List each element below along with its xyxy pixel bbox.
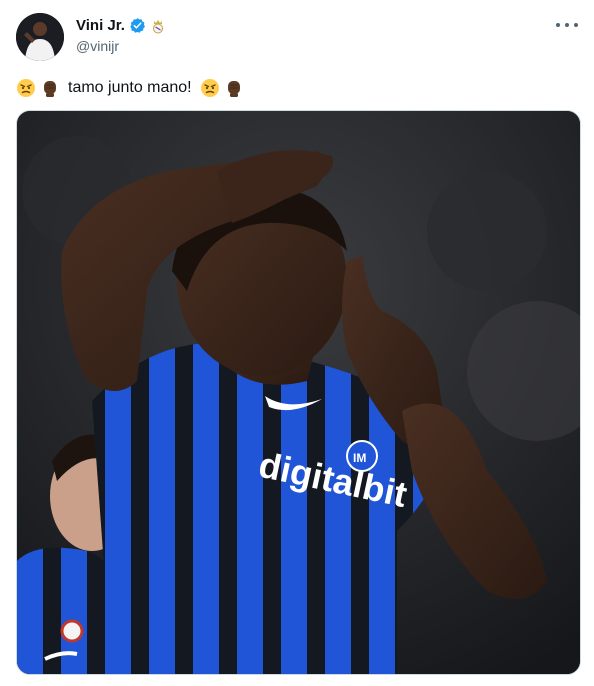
profile-avatar[interactable]: [16, 13, 64, 61]
tweet-body: tamo junto mano!: [68, 79, 192, 96]
verified-badge-icon: [129, 17, 146, 34]
user-handle[interactable]: @vinijr: [76, 38, 119, 54]
raised-fist-emoji: [40, 78, 60, 98]
display-name[interactable]: Vini Jr.: [76, 17, 125, 34]
tweet-text: tamo junto mano!: [16, 75, 578, 101]
tweet-header: Vini Jr. @vinijr: [16, 13, 578, 63]
more-options-icon[interactable]: [556, 17, 578, 33]
angry-face-emoji: [16, 78, 36, 98]
svg-text:IM: IM: [353, 451, 366, 465]
raised-fist-emoji: [224, 78, 244, 98]
angry-face-emoji: [200, 78, 220, 98]
real-madrid-crest-icon[interactable]: [150, 18, 166, 34]
tweet-photo[interactable]: digitalbit IM: [16, 110, 581, 675]
